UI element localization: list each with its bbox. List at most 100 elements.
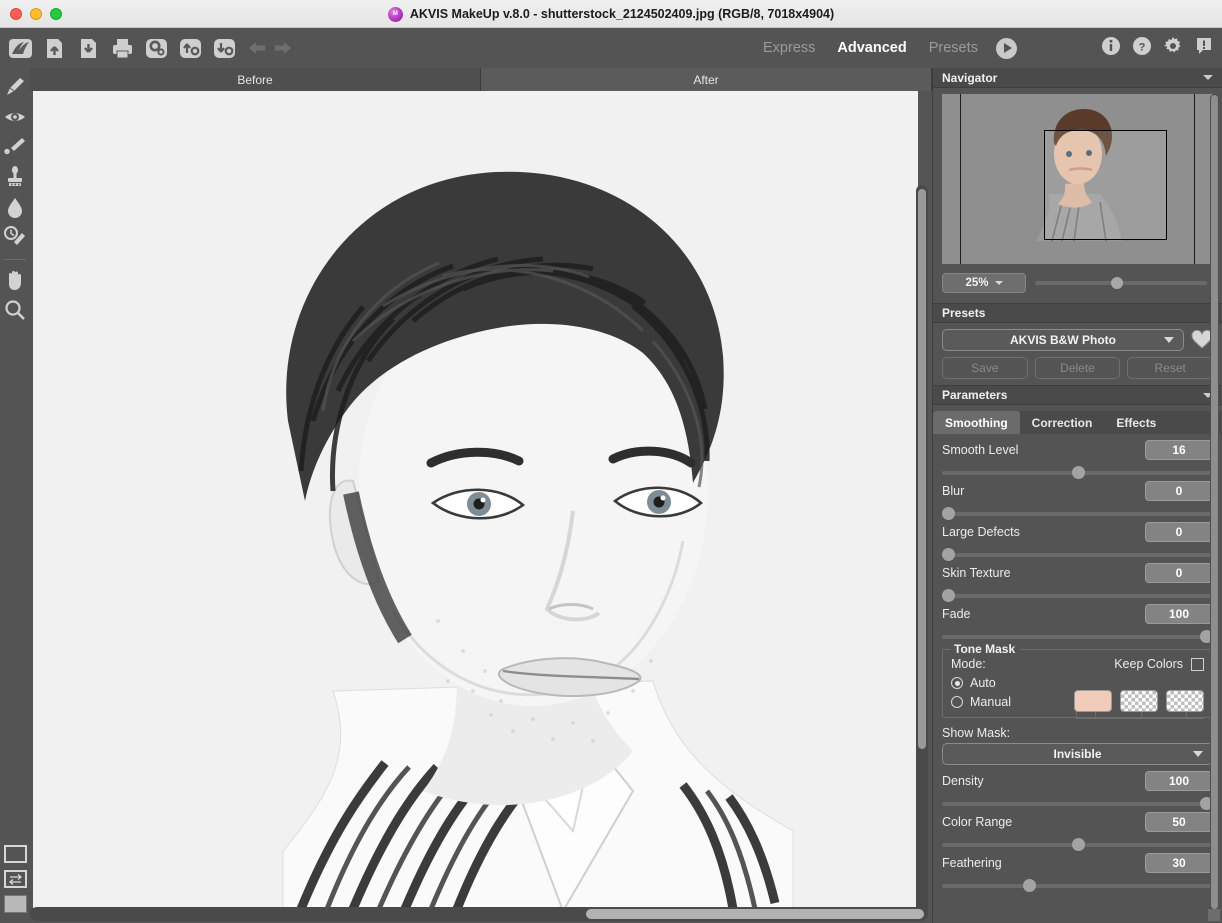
skin-texture-slider[interactable]	[942, 594, 1213, 598]
feathering-slider[interactable]	[942, 884, 1213, 888]
zoom-icon[interactable]	[2, 297, 28, 323]
mode-presets[interactable]: Presets	[929, 40, 978, 56]
skin-texture-handle[interactable]	[942, 589, 955, 602]
keep-colors-checkbox[interactable]	[1191, 658, 1204, 671]
blur-value[interactable]: 0	[1145, 481, 1213, 501]
open-image-icon[interactable]	[42, 36, 67, 61]
preset-save-button[interactable]: Save	[942, 357, 1028, 379]
comment-icon[interactable]	[1194, 36, 1214, 61]
tab-correction[interactable]: Correction	[1020, 411, 1105, 434]
chevron-down-icon[interactable]	[995, 281, 1003, 285]
param-feathering: Feathering 30	[933, 847, 1222, 888]
param-row: Feathering 30	[942, 853, 1213, 873]
preset-reset-button[interactable]: Reset	[1127, 357, 1213, 379]
navigator-title: Navigator	[942, 71, 997, 85]
foreground-swatch-icon[interactable]	[4, 895, 27, 913]
presets-title: Presets	[942, 306, 985, 320]
density-value[interactable]: 100	[1145, 771, 1213, 791]
undo-icon[interactable]	[246, 37, 268, 59]
hand-icon[interactable]	[2, 267, 28, 293]
navigator-header[interactable]: Navigator	[933, 68, 1222, 88]
color-range-value[interactable]: 50	[1145, 812, 1213, 832]
chevron-down-icon[interactable]	[1164, 337, 1174, 343]
close-button[interactable]	[10, 8, 22, 20]
canvas-vscroll-thumb[interactable]	[918, 189, 926, 749]
navigator-preview[interactable]	[942, 94, 1213, 264]
canvas-vertical-scrollbar[interactable]	[916, 185, 928, 911]
save-image-icon[interactable]	[76, 36, 101, 61]
red-eye-icon[interactable]	[2, 104, 28, 130]
resize-grip[interactable]	[1208, 909, 1220, 921]
blur-handle[interactable]	[942, 507, 955, 520]
load-settings-icon[interactable]	[178, 36, 203, 61]
color-range-slider[interactable]	[942, 843, 1213, 847]
mode-express[interactable]: Express	[763, 40, 815, 56]
save-settings-icon[interactable]	[212, 36, 237, 61]
smudge-icon[interactable]	[2, 194, 28, 220]
feathering-value[interactable]: 30	[1145, 853, 1213, 873]
canvas-tabs: Before After	[30, 68, 932, 91]
large-defects-slider[interactable]	[942, 553, 1213, 557]
minimize-button[interactable]	[30, 8, 42, 20]
large-defects-value[interactable]: 0	[1145, 522, 1213, 542]
preset-select-row: AKVIS B&W Photo	[933, 329, 1222, 351]
smooth-level-slider[interactable]	[942, 471, 1213, 475]
preset-delete-button[interactable]: Delete	[1035, 357, 1121, 379]
tab-after[interactable]: After	[481, 68, 932, 91]
print-icon[interactable]	[110, 36, 135, 61]
clone-stamp-icon[interactable]	[2, 164, 28, 190]
window-controls[interactable]	[0, 8, 62, 20]
tab-smoothing[interactable]: Smoothing	[933, 411, 1020, 434]
panel-scrollbar[interactable]	[1210, 94, 1219, 914]
mode-manual-radio[interactable]	[951, 696, 963, 708]
mode-advanced[interactable]: Advanced	[837, 40, 906, 56]
parameter-tabs: Smoothing Correction Effects	[933, 411, 1222, 434]
tone-swatch-skin[interactable]	[1074, 690, 1112, 712]
spot-remover-icon[interactable]	[2, 134, 28, 160]
smooth-level-handle[interactable]	[1072, 466, 1085, 479]
tab-effects[interactable]: Effects	[1104, 411, 1168, 434]
chevron-down-icon[interactable]	[1203, 75, 1213, 80]
gear-icon[interactable]	[1163, 36, 1183, 61]
canvas-hscroll-thumb[interactable]	[586, 909, 924, 919]
preferences-icon[interactable]	[144, 36, 169, 61]
feathering-handle[interactable]	[1023, 879, 1036, 892]
image-canvas[interactable]	[30, 91, 932, 911]
swap-colors-icon[interactable]	[4, 870, 27, 888]
fade-slider[interactable]	[942, 635, 1213, 639]
parameters-header[interactable]: Parameters	[933, 385, 1222, 405]
maximize-button[interactable]	[50, 8, 62, 20]
zoom-slider[interactable]	[1035, 281, 1207, 285]
color-range-handle[interactable]	[1072, 838, 1085, 851]
skin-texture-value[interactable]: 0	[1145, 563, 1213, 583]
history-brush-icon[interactable]	[2, 224, 28, 250]
preset-select[interactable]: AKVIS B&W Photo	[942, 329, 1184, 351]
redo-icon[interactable]	[272, 37, 294, 59]
navigator-viewport-frame[interactable]	[1044, 130, 1167, 240]
large-defects-handle[interactable]	[942, 548, 955, 561]
fade-value[interactable]: 100	[1145, 604, 1213, 624]
navigator-edge-left	[960, 94, 961, 264]
smooth-level-value[interactable]: 16	[1145, 440, 1213, 460]
zoom-slider-handle[interactable]	[1111, 277, 1123, 289]
color-swatch-box-icon[interactable]	[4, 845, 27, 863]
mode-auto-label: Auto	[970, 676, 996, 690]
run-button[interactable]	[996, 38, 1017, 59]
blur-slider[interactable]	[942, 512, 1213, 516]
mode-auto-row[interactable]: Auto	[951, 676, 1204, 690]
help-icon[interactable]: ?	[1132, 36, 1152, 61]
canvas-horizontal-scrollbar[interactable]	[30, 907, 928, 921]
mode-auto-radio[interactable]	[951, 677, 963, 689]
panel-scrollbar-thumb[interactable]	[1211, 95, 1218, 909]
tab-before[interactable]: Before	[30, 68, 481, 91]
tone-swatch-empty-2[interactable]	[1166, 690, 1204, 712]
show-mask-select[interactable]: Invisible	[942, 743, 1213, 765]
blur-brush-icon[interactable]	[2, 74, 28, 100]
akvis-home-icon[interactable]	[8, 36, 33, 61]
chevron-down-icon[interactable]	[1193, 751, 1203, 757]
smooth-level-label: Smooth Level	[942, 443, 1018, 457]
zoom-level-select[interactable]: 25%	[942, 273, 1026, 293]
info-icon[interactable]	[1101, 36, 1121, 61]
density-slider[interactable]	[942, 802, 1213, 806]
tone-swatch-empty-1[interactable]	[1120, 690, 1158, 712]
